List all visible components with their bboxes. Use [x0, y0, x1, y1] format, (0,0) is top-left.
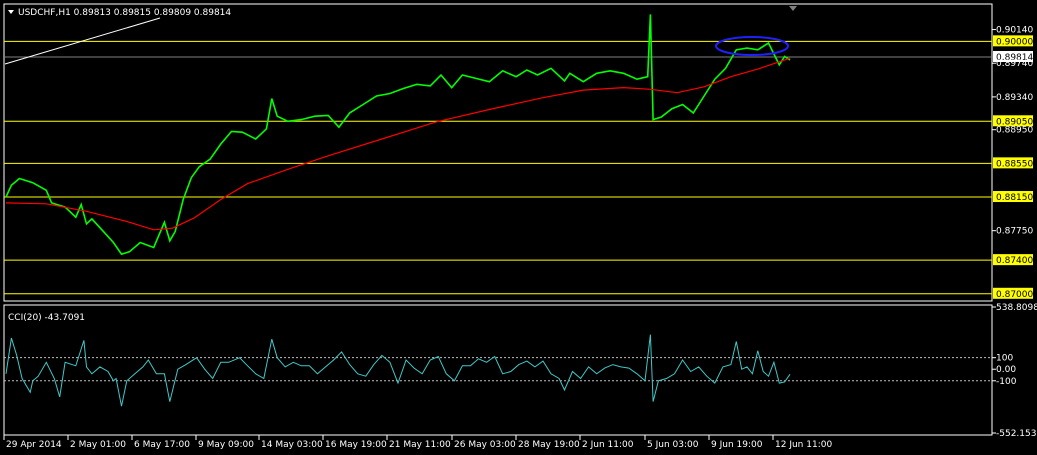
- x-tick-11: 9 Jun 19:00: [711, 440, 763, 450]
- x-tick-7: 26 May 03:00: [454, 440, 516, 450]
- price-tag-label-5: 0.87000: [996, 290, 1033, 300]
- highlight-ellipse[interactable]: [715, 36, 789, 56]
- price-tag-label-0: 0.90000: [996, 37, 1033, 47]
- cci-axis: 538.8098 1000.00 -100 -552.1533: [992, 303, 1037, 439]
- cci-tick-0: 538.8098: [996, 303, 1037, 313]
- y-tick-1: 0.89740: [996, 59, 1033, 69]
- x-tick-3: 9 May 09:00: [198, 440, 254, 450]
- cci-tick-1: 100: [996, 354, 1013, 364]
- cci-tick-4: -552.1533: [996, 429, 1037, 439]
- cci-series: [5, 334, 791, 407]
- symbol-info: USDCHF,H1 0.89813 0.89815 0.89809 0.8981…: [18, 8, 231, 18]
- cci-levels: [4, 357, 992, 382]
- price-levels[interactable]: [4, 40, 992, 295]
- y-tick-3: 0.88950: [996, 126, 1033, 136]
- y-tick-0: 0.90140: [996, 26, 1033, 36]
- chart-shift-marker[interactable]: [789, 6, 797, 11]
- time-axis: 29 Apr 2014 2 May 01:00 6 May 17:00 9 May 0…: [3, 435, 832, 450]
- x-tick-8: 28 May 19:00: [518, 440, 580, 450]
- cci-tick-3: -100: [996, 377, 1017, 387]
- price-tag-label-2: 0.88550: [996, 159, 1033, 169]
- y-tick-2: 0.89340: [996, 93, 1033, 103]
- cci-indicator-label: CCI(20) -43.7091: [8, 313, 85, 323]
- x-tick-2: 6 May 17:00: [134, 440, 190, 450]
- x-tick-1: 2 May 01:00: [70, 440, 126, 450]
- x-tick-4: 14 May 03:00: [261, 440, 323, 450]
- x-tick-10: 5 Jun 03:00: [647, 440, 699, 450]
- moving-average-series: [5, 57, 791, 231]
- cci-panel-border: [3, 304, 993, 436]
- y-tick-4: 0.87750: [996, 227, 1033, 237]
- cci-tick-2: 0.00: [996, 365, 1016, 375]
- x-tick-12: 12 Jun 11:00: [775, 440, 832, 450]
- price-tag-label-4: 0.87400: [996, 256, 1033, 266]
- main-chart-border: [3, 3, 993, 302]
- x-tick-9: 2 Jun 11:00: [582, 440, 634, 450]
- x-tick-6: 21 May 11:00: [389, 440, 451, 450]
- price-tag-label-3: 0.88150: [996, 193, 1033, 203]
- x-tick-5: 16 May 19:00: [325, 440, 387, 450]
- x-tick-0: 29 Apr 2014: [6, 440, 62, 450]
- price-axis: 0.900000.890500.885500.881500.874000.870…: [992, 26, 1033, 300]
- symbol-menu-icon[interactable]: [8, 10, 14, 14]
- series-layer: [5, 14, 791, 407]
- chart-canvas: 0.900000.890500.885500.881500.874000.870…: [3, 3, 1037, 450]
